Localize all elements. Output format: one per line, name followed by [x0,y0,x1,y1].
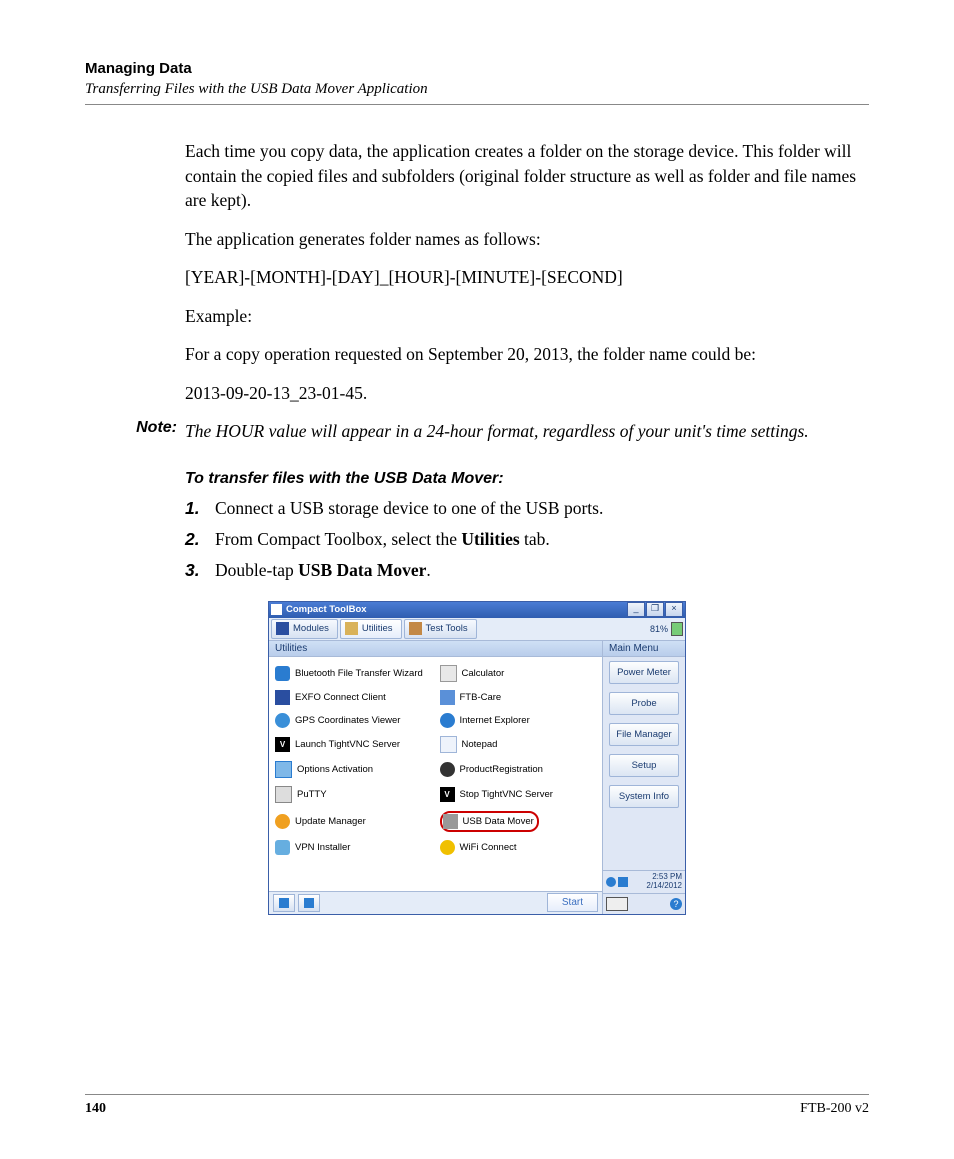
clock-date: 2/14/2012 [646,881,682,890]
procedure-title: To transfer files with the USB Data Move… [185,470,869,488]
side-button-setup[interactable]: Setup [609,754,679,777]
registration-icon [440,762,455,777]
update-icon [275,814,290,829]
step-number: 1. [185,498,215,519]
keyboard-icon[interactable] [606,897,628,911]
utility-ie[interactable]: Internet Explorer [436,709,601,732]
tab-label: Test Tools [426,623,468,634]
page-number: 140 [85,1101,106,1117]
modules-icon [276,622,289,635]
battery-icon [671,622,683,636]
wifi-icon [440,840,455,855]
paragraph: Each time you copy data, the application… [185,139,869,213]
utility-update-manager[interactable]: Update Manager [271,807,436,836]
paragraph: Example: [185,304,869,329]
utility-options-activation[interactable]: Options Activation [271,757,436,782]
step-text: Connect a USB storage device to one of t… [215,498,869,519]
folder-name-pattern: [YEAR]-[MONTH]-[DAY]_[HOUR]-[MINUTE]-[SE… [185,265,869,290]
options-icon [275,761,292,778]
note-label: Note: [85,419,185,444]
step-text: From Compact Toolbox, select the Utiliti… [215,529,869,550]
ie-icon [440,713,455,728]
utility-notepad[interactable]: Notepad [436,732,601,757]
taskbar-button-1[interactable] [273,894,295,912]
utility-bluetooth[interactable]: Bluetooth File Transfer Wizard [271,661,436,686]
vpn-icon [275,840,290,855]
paragraph: The application generates folder names a… [185,227,869,252]
utility-vpn-installer[interactable]: VPN Installer [271,836,436,859]
paragraph: For a copy operation requested on Septem… [185,342,869,367]
utility-wifi-connect[interactable]: WiFi Connect [436,836,601,859]
window-title: Compact ToolBox [286,604,626,615]
system-tray: 2:53 PM 2/14/2012 [603,870,685,893]
usb-icon [443,814,458,829]
vnc-icon: V [275,737,290,752]
chapter-title: Managing Data [85,60,869,77]
start-button[interactable]: Start [547,893,598,912]
utilities-grid: Bluetooth File Transfer Wizard Calculato… [269,657,602,891]
tab-label: Utilities [362,623,393,634]
tab-utilities[interactable]: Utilities [340,619,402,639]
exfo-icon [275,690,290,705]
utility-ftb-care[interactable]: FTB-Care [436,686,601,709]
test-tools-icon [409,622,422,635]
bottom-tray: ? [603,893,685,914]
tile-icon [304,898,314,908]
vnc-icon: V [440,787,455,802]
panel-header-utilities: Utilities [269,641,602,657]
tab-label: Modules [293,623,329,634]
help-icon[interactable]: ? [670,898,682,910]
utility-putty[interactable]: PuTTY [271,782,436,807]
utilities-icon [345,622,358,635]
header-rule [85,104,869,105]
utility-gps[interactable]: GPS Coordinates Viewer [271,709,436,732]
minimize-button[interactable]: _ [627,602,645,617]
screenshot-compact-toolbox: Compact ToolBox _ ❐ × Modules Utilities … [268,601,686,915]
maximize-button[interactable]: ❐ [646,602,664,617]
battery-indicator: 81% [650,622,683,636]
putty-icon [275,786,292,803]
utility-usb-data-mover[interactable]: USB Data Mover [436,807,601,836]
utility-product-registration[interactable]: ProductRegistration [436,757,601,782]
note-body: The HOUR value will appear in a 24-hour … [185,419,869,444]
utility-exfo-connect[interactable]: EXFO Connect Client [271,686,436,709]
side-button-system-info[interactable]: System Info [609,785,679,808]
tray-icon [606,877,616,887]
document-id: FTB-200 v2 [800,1101,869,1117]
app-icon [271,604,282,615]
window-titlebar: Compact ToolBox _ ❐ × [269,602,685,618]
section-title: Transferring Files with the USB Data Mov… [85,81,869,98]
step-number: 2. [185,529,215,550]
step-text: Double-tap USB Data Mover. [215,560,869,581]
bluetooth-icon [275,666,290,681]
folder-name-example: 2013-09-20-13_23-01-45. [185,381,869,406]
panel-header-main-menu: Main Menu [603,641,685,657]
clock-time: 2:53 PM [652,872,682,881]
side-button-file-manager[interactable]: File Manager [609,723,679,746]
close-button[interactable]: × [665,602,683,617]
notepad-icon [440,736,457,753]
tab-test-tools[interactable]: Test Tools [404,619,477,639]
utility-tightvnc-launch[interactable]: VLaunch TightVNC Server [271,732,436,757]
tab-modules[interactable]: Modules [271,619,338,639]
utility-calculator[interactable]: Calculator [436,661,601,686]
signal-icon [618,877,628,887]
calculator-icon [440,665,457,682]
grid-icon [279,898,289,908]
taskbar-button-2[interactable] [298,894,320,912]
utility-tightvnc-stop[interactable]: VStop TightVNC Server [436,782,601,807]
side-button-power-meter[interactable]: Power Meter [609,661,679,684]
ftbcare-icon [440,690,455,705]
step-number: 3. [185,560,215,581]
side-button-probe[interactable]: Probe [609,692,679,715]
globe-icon [275,713,290,728]
